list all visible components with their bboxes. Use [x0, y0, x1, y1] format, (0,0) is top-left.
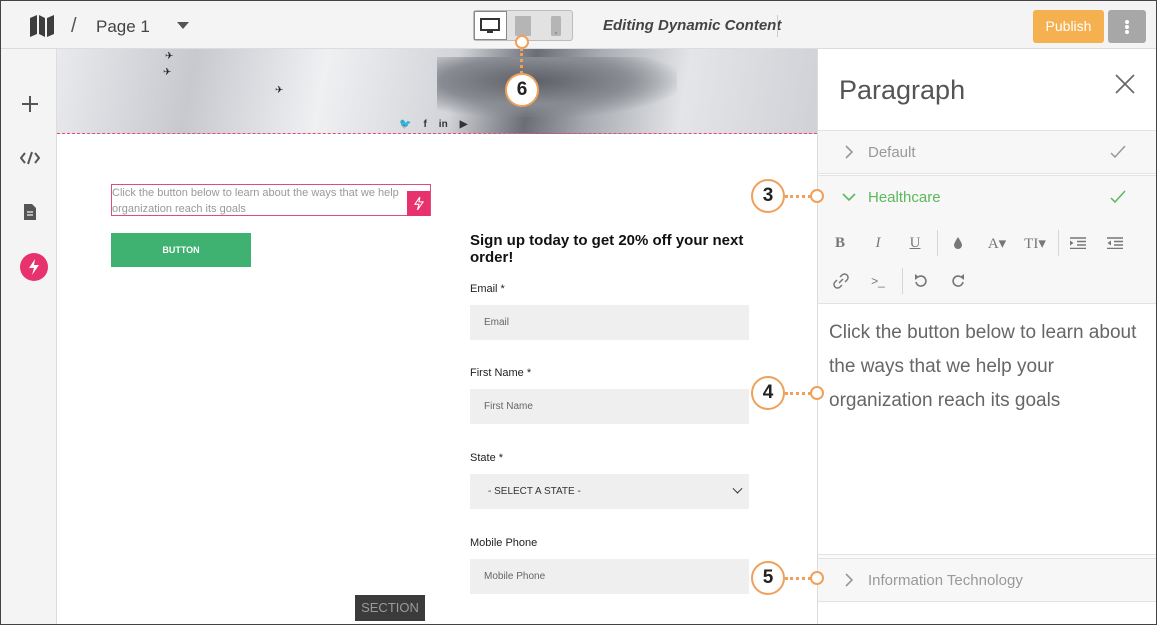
callout-connector: [785, 577, 811, 580]
divider: [902, 268, 903, 294]
accordion-information-technology[interactable]: Information Technology: [818, 558, 1156, 602]
callout-6: 6: [505, 73, 539, 107]
accordion-label: Healthcare: [868, 189, 941, 206]
state-label: State *: [470, 452, 504, 464]
accordion-label: Information Technology: [868, 572, 1023, 589]
properties-panel: Paragraph Default Healthcare B I U A▾ TI…: [817, 49, 1156, 624]
desktop-icon: [480, 17, 501, 33]
divider: [937, 230, 938, 256]
chevron-right-icon: [845, 573, 854, 587]
page-name[interactable]: Page 1: [96, 17, 150, 37]
publish-button[interactable]: Publish: [1033, 10, 1104, 43]
bird-icon: ✈: [163, 67, 172, 78]
mobile-view-button[interactable]: [539, 11, 572, 40]
divider: [1058, 230, 1059, 256]
divider: [777, 15, 778, 37]
font-size-icon[interactable]: TI▾: [1020, 233, 1050, 253]
email-label: Email *: [470, 283, 505, 295]
hero-mountain-image: ✈ ✈ ✈ 🐦 f in ▶: [57, 49, 817, 134]
first-name-label: First Name *: [470, 367, 532, 379]
page-document-icon[interactable]: [19, 201, 41, 223]
callout-connector: [520, 48, 523, 74]
add-icon[interactable]: [19, 93, 41, 115]
callout-anchor: [810, 386, 824, 400]
indent-icon[interactable]: [1068, 233, 1088, 253]
social-links: 🐦 f in ▶: [399, 119, 467, 130]
selected-paragraph-block[interactable]: Click the button below to learn about th…: [111, 184, 431, 216]
facebook-icon[interactable]: f: [423, 119, 426, 130]
app-window: / Page 1 Editing Dynamic Content Publish: [0, 0, 1157, 625]
more-options-button[interactable]: [1108, 10, 1146, 43]
youtube-icon[interactable]: ▶: [460, 119, 468, 130]
callout-connector: [785, 195, 811, 198]
state-select-value: - SELECT A STATE -: [488, 486, 581, 497]
bird-icon: ✈: [275, 85, 284, 96]
callout-anchor: [810, 189, 824, 203]
mobile-icon: [550, 15, 561, 36]
dynamic-content-flag-icon[interactable]: [407, 191, 430, 216]
callout-4: 4: [751, 376, 785, 410]
link-icon[interactable]: [832, 271, 850, 291]
underline-icon[interactable]: U: [906, 233, 924, 253]
panel-title: Paragraph: [839, 75, 966, 105]
left-toolbar: [1, 49, 57, 624]
editing-mode-label: Editing Dynamic Content: [603, 17, 782, 34]
accordion-default[interactable]: Default: [818, 130, 1156, 174]
desktop-view-button[interactable]: [474, 11, 507, 40]
map-icon[interactable]: [29, 14, 55, 38]
bold-icon[interactable]: B: [832, 233, 848, 253]
italic-icon[interactable]: I: [870, 233, 886, 253]
callout-anchor: [810, 571, 824, 585]
close-icon[interactable]: [1114, 73, 1136, 95]
dynamic-content-bolt-icon[interactable]: [20, 253, 48, 281]
font-family-icon[interactable]: A▾: [982, 233, 1012, 253]
tablet-icon: [515, 15, 532, 36]
section-tag[interactable]: SECTION: [355, 595, 425, 621]
paragraph-editor[interactable]: Click the button below to learn about th…: [829, 316, 1149, 418]
chevron-down-icon: [842, 193, 856, 202]
breadcrumb-separator: /: [71, 15, 77, 37]
mobile-phone-label: Mobile Phone: [470, 537, 538, 549]
callout-connector: [785, 392, 811, 395]
callout-anchor: [515, 35, 529, 49]
accordion-healthcare[interactable]: Healthcare: [818, 175, 1156, 219]
page-dropdown-caret-icon[interactable]: [177, 22, 189, 29]
paragraph-text: Click the button below to learn about th…: [112, 187, 399, 215]
accordion-label: Default: [868, 144, 916, 161]
chevron-down-icon: [732, 483, 743, 494]
form-heading: Sign up today to get 20% off your next o…: [470, 232, 744, 266]
mountain-shadow: [437, 57, 677, 117]
linkedin-icon[interactable]: in: [439, 119, 448, 130]
first-name-field[interactable]: First Name: [470, 389, 749, 424]
text-color-drop-icon[interactable]: [950, 233, 966, 253]
redo-icon[interactable]: [949, 271, 967, 291]
undo-icon[interactable]: [912, 271, 930, 291]
bird-icon: ✈: [165, 51, 174, 62]
text-format-toolbar: B I U A▾ TI▾ >_: [818, 218, 1156, 304]
chevron-right-icon: [845, 145, 854, 159]
cta-button[interactable]: BUTTON: [111, 233, 251, 267]
mobile-phone-field[interactable]: Mobile Phone: [470, 559, 749, 594]
state-select[interactable]: - SELECT A STATE -: [470, 474, 749, 509]
check-icon: [1110, 145, 1126, 159]
callout-5: 5: [751, 561, 785, 595]
page-canvas: ✈ ✈ ✈ 🐦 f in ▶ Click the button below to…: [57, 49, 817, 624]
twitter-icon[interactable]: 🐦: [399, 119, 411, 130]
callout-3: 3: [751, 179, 785, 213]
top-bar: / Page 1 Editing Dynamic Content Publish: [1, 1, 1156, 49]
email-field[interactable]: Email: [470, 305, 749, 340]
check-icon: [1110, 190, 1126, 204]
outdent-icon[interactable]: [1105, 233, 1125, 253]
code-icon[interactable]: [19, 147, 41, 169]
source-code-icon[interactable]: >_: [868, 271, 888, 291]
